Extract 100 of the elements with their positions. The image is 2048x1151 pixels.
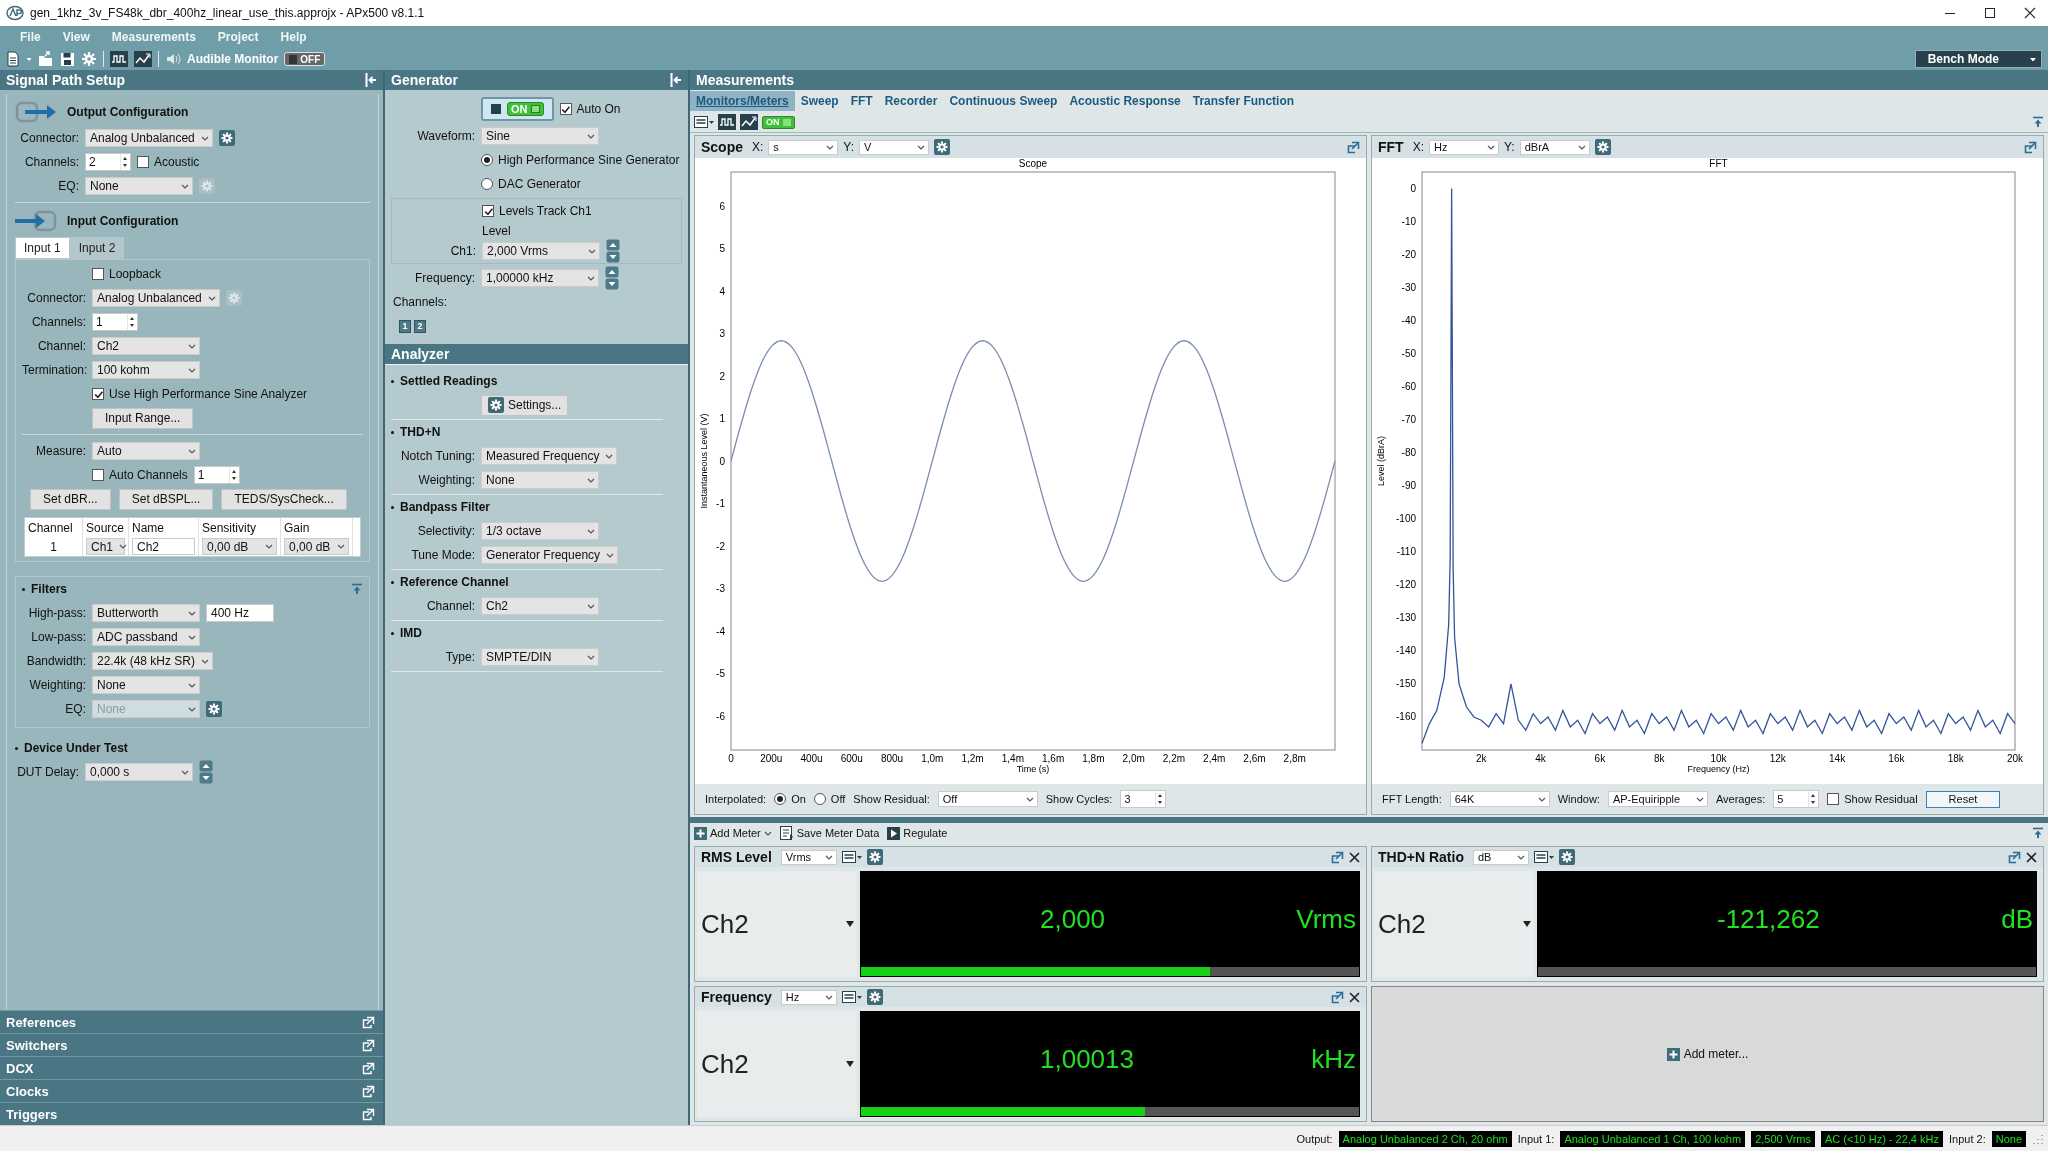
pop-out-icon[interactable] <box>362 1107 375 1121</box>
dropdown[interactable]: Ch1 <box>86 538 125 555</box>
dropdown[interactable]: 0,000 s <box>85 763 193 781</box>
settings-icon[interactable] <box>866 989 883 1005</box>
dropdown[interactable]: Analog Unbalanced <box>92 289 220 307</box>
chart-icon[interactable] <box>740 114 758 130</box>
new-file-icon[interactable] <box>6 51 20 67</box>
checkbox[interactable] <box>482 205 494 217</box>
dropdown[interactable]: dBrA <box>1519 139 1590 155</box>
stepper-icon[interactable] <box>605 266 619 290</box>
dropdown[interactable]: 0,00 dB <box>284 538 349 555</box>
pop-out-icon[interactable] <box>362 1038 375 1052</box>
resize-grip-icon[interactable] <box>2032 1132 2044 1145</box>
bullet-icon[interactable] <box>391 580 394 584</box>
text-field[interactable]: 400 Hz <box>206 604 274 622</box>
tab[interactable]: Input 2 <box>69 237 125 259</box>
settings-icon[interactable] <box>1558 849 1575 865</box>
dropdown[interactable]: Analog Unbalanced <box>85 129 213 147</box>
toolbar-button[interactable]: Add Meter <box>694 826 772 840</box>
spin-arrows-icon[interactable] <box>228 467 239 483</box>
radio-button[interactable] <box>774 793 787 805</box>
radio-button[interactable] <box>481 178 493 190</box>
dock-icon[interactable] <box>365 73 377 87</box>
channel-selector[interactable]: Ch2 <box>1374 871 1534 977</box>
docked-panel-header[interactable]: References <box>0 1010 383 1033</box>
maximize-icon[interactable] <box>1984 7 1996 19</box>
dropdown[interactable]: dB <box>1472 849 1529 865</box>
spin-field[interactable]: 3 <box>1120 790 1167 808</box>
view-icon[interactable] <box>1533 850 1554 864</box>
save-icon[interactable] <box>60 51 75 67</box>
dropdown[interactable]: 22.4k (48 kHz SR) <box>92 652 214 670</box>
settings-icon[interactable] <box>866 849 883 865</box>
dropdown[interactable]: ADC passband <box>92 628 200 646</box>
channel-selector[interactable]: Ch2 <box>697 1011 857 1117</box>
settings-icon[interactable] <box>934 139 951 155</box>
chart-icon[interactable] <box>134 51 152 67</box>
dropdown[interactable]: Generator Frequency <box>481 546 619 564</box>
dropdown[interactable]: 100 kohm <box>92 361 200 379</box>
tab[interactable]: FFT <box>844 91 879 111</box>
bullet-icon[interactable] <box>22 587 25 591</box>
settings-icon[interactable] <box>218 130 235 146</box>
close-icon[interactable] <box>2026 851 2037 863</box>
dock-icon[interactable] <box>670 73 682 87</box>
view-icon[interactable] <box>694 115 714 129</box>
section-title[interactable]: Bandpass Filter <box>400 500 491 514</box>
pulse-wave-icon[interactable] <box>718 114 736 130</box>
checkbox[interactable] <box>1827 793 1840 805</box>
checkbox[interactable] <box>137 156 149 168</box>
dropdown[interactable]: Vrms <box>780 849 837 865</box>
tab[interactable]: Continuous Sweep <box>943 91 1064 111</box>
checkbox[interactable] <box>92 268 104 280</box>
section-title[interactable]: THD+N <box>400 425 441 439</box>
bullet-icon[interactable] <box>391 631 394 635</box>
spin-field[interactable]: 1 <box>92 313 138 331</box>
channel-selector[interactable]: Ch2 <box>697 871 857 977</box>
section-title[interactable]: Settled Readings <box>400 374 498 388</box>
toolbar-button[interactable]: Regulate <box>887 826 948 840</box>
pop-out-icon[interactable] <box>1331 850 1344 864</box>
dropdown[interactable]: 2,000 Vrms <box>482 242 600 260</box>
add-meter-button[interactable]: Add meter... <box>1371 986 2044 1122</box>
pop-out-icon[interactable] <box>362 1084 375 1098</box>
spin-field[interactable]: 1 <box>193 466 240 484</box>
section-title[interactable]: Device Under Test <box>24 741 128 755</box>
pop-out-icon[interactable] <box>2024 140 2037 154</box>
section-title[interactable]: Filters <box>31 582 67 596</box>
dropdown[interactable]: Ch2 <box>92 337 200 355</box>
dropdown[interactable]: None <box>85 177 193 195</box>
checkbox[interactable] <box>92 388 104 400</box>
pop-out-icon[interactable] <box>1331 990 1344 1004</box>
dropdown[interactable]: SMPTE/DIN <box>481 648 599 666</box>
pop-out-icon[interactable] <box>362 1015 375 1029</box>
dropdown[interactable]: Butterworth <box>92 604 200 622</box>
dropdown[interactable]: None <box>92 676 200 694</box>
radio-button[interactable] <box>481 154 493 166</box>
action-button[interactable]: Set dBR... <box>30 488 111 510</box>
channel-button[interactable]: 2 <box>414 319 426 333</box>
dropdown[interactable]: s <box>768 139 839 155</box>
pulse-wave-icon[interactable] <box>110 51 128 67</box>
pin-icon[interactable] <box>2032 827 2044 839</box>
checkbox[interactable] <box>92 469 104 481</box>
dropdown[interactable]: Off <box>937 791 1038 807</box>
action-button[interactable]: Set dBSPL... <box>118 488 214 510</box>
dropdown[interactable]: 64K <box>1449 791 1550 807</box>
section-title[interactable]: IMD <box>400 626 422 640</box>
dropdown[interactable]: Sine <box>481 127 599 145</box>
dropdown[interactable]: None <box>481 471 599 489</box>
tab[interactable]: Recorder <box>878 91 944 111</box>
spin-field[interactable]: 2 <box>85 153 131 171</box>
close-icon[interactable] <box>2024 7 2036 19</box>
action-button[interactable]: TEDS/SysCheck... <box>221 488 347 510</box>
checkbox[interactable] <box>559 103 572 115</box>
dropdown[interactable]: Hz <box>780 989 837 1005</box>
bullet-icon[interactable] <box>391 430 394 434</box>
tab[interactable]: Input 1 <box>15 237 70 259</box>
spin-field[interactable]: 5 <box>1773 790 1820 808</box>
bullet-icon[interactable] <box>391 379 394 383</box>
pop-out-icon[interactable] <box>1347 140 1360 154</box>
tab[interactable]: Sweep <box>794 91 845 111</box>
pin-icon[interactable] <box>351 583 363 595</box>
pop-out-icon[interactable] <box>362 1061 375 1075</box>
